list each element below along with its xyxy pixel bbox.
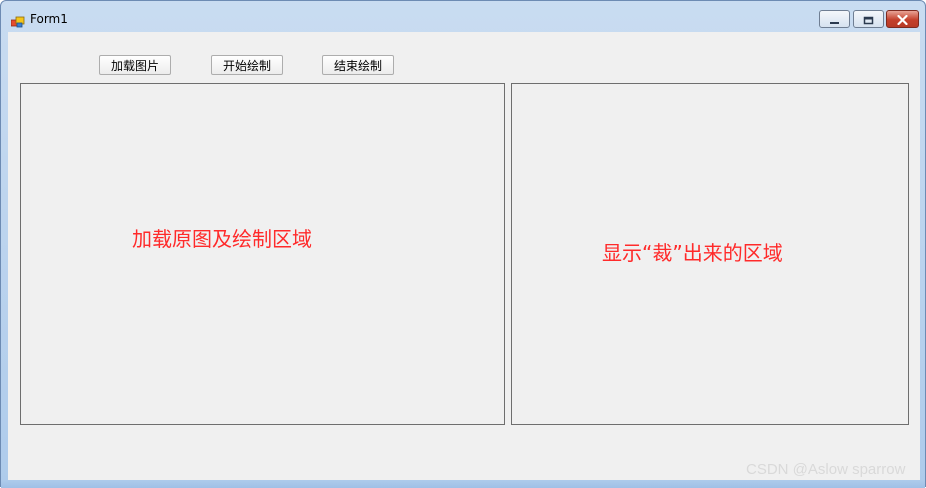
maximize-icon bbox=[863, 10, 874, 29]
form-window: Form1 加载图片 开始绘制 结束绘制 加载原图及绘制区域 显示“裁”出来的区… bbox=[0, 0, 926, 488]
cropped-image-panel[interactable]: 显示“裁”出来的区域 bbox=[511, 83, 909, 425]
close-icon bbox=[897, 10, 908, 29]
maximize-button[interactable] bbox=[853, 10, 884, 28]
original-panel-label: 加载原图及绘制区域 bbox=[132, 227, 312, 251]
form-app-icon[interactable] bbox=[10, 13, 25, 28]
close-button[interactable] bbox=[886, 10, 919, 28]
start-draw-button[interactable]: 开始绘制 bbox=[211, 55, 283, 75]
title-bar[interactable]: Form1 bbox=[1, 1, 925, 32]
cropped-panel-label: 显示“裁”出来的区域 bbox=[602, 241, 783, 265]
minimize-icon bbox=[829, 10, 840, 29]
window-title: Form1 bbox=[30, 12, 68, 26]
end-draw-button[interactable]: 结束绘制 bbox=[322, 55, 394, 75]
form-client-area: 加载图片 开始绘制 结束绘制 加载原图及绘制区域 显示“裁”出来的区域 bbox=[8, 32, 920, 480]
minimize-button[interactable] bbox=[819, 10, 850, 28]
load-image-button[interactable]: 加载图片 bbox=[99, 55, 171, 75]
original-image-panel[interactable]: 加载原图及绘制区域 bbox=[20, 83, 505, 425]
watermark-text: CSDN @Aslow sparrow bbox=[746, 461, 906, 478]
